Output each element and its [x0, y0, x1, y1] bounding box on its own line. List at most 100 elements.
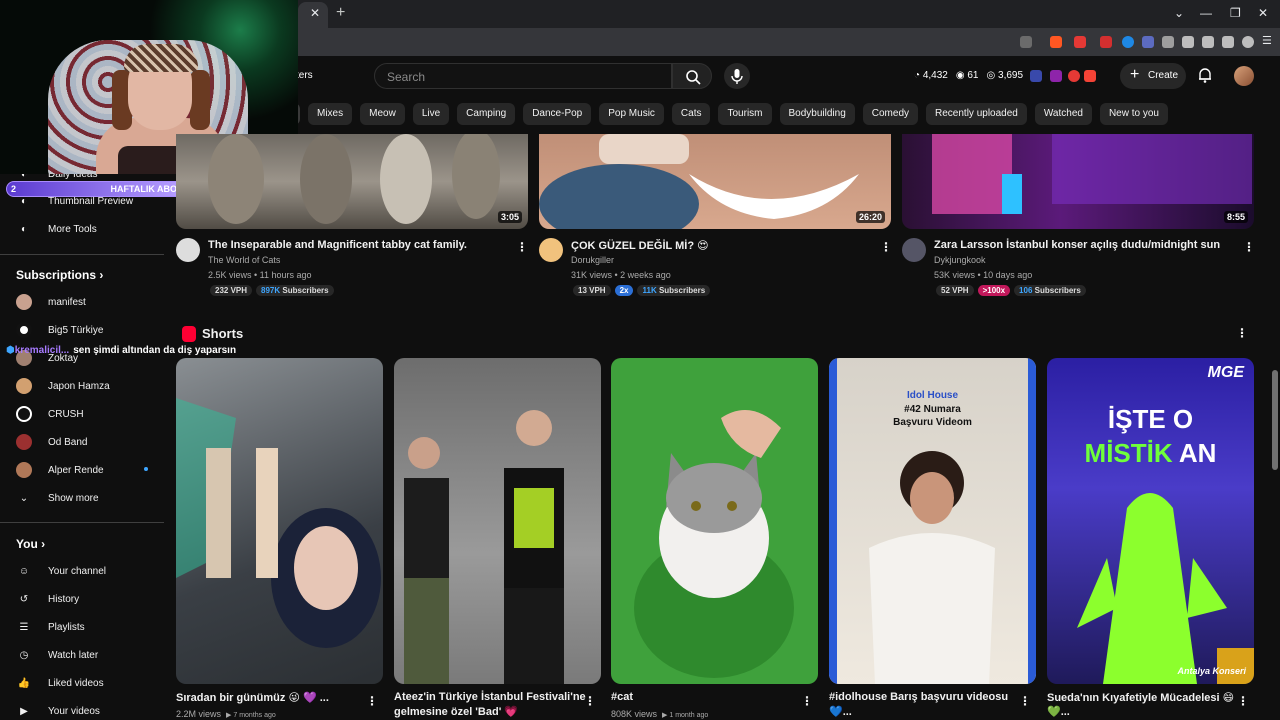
short-title-line2[interactable]: 💙...: [829, 705, 852, 718]
search-box[interactable]: Search: [374, 63, 672, 89]
shorts-more-options-icon[interactable]: ⋮: [1236, 326, 1248, 340]
sidebar-liked-videos[interactable]: 👍 Liked videos: [16, 673, 104, 693]
wallet-icon[interactable]: [1202, 36, 1214, 48]
sidebar-watch-later[interactable]: ◷ Watch later: [16, 645, 99, 665]
brave-shield-icon[interactable]: [1050, 36, 1062, 48]
sidebar-sub-big5[interactable]: Big5 Türkiye: [16, 320, 103, 340]
menu-icon[interactable]: ☰: [1262, 35, 1274, 47]
sidebar-show-more[interactable]: ⌄ Show more: [16, 488, 99, 508]
video-channel[interactable]: Dykjungkook: [934, 255, 986, 265]
extension-alert-icon[interactable]: [1074, 36, 1086, 48]
chip[interactable]: Comedy: [862, 103, 919, 125]
cast-icon[interactable]: [1020, 36, 1032, 48]
video-channel[interactable]: Dorukgiller: [571, 255, 614, 265]
header-extension-icon[interactable]: [1030, 70, 1042, 82]
tab-close-icon[interactable]: ✕: [310, 6, 320, 20]
search-input[interactable]: Search: [387, 70, 425, 84]
search-button[interactable]: [672, 63, 712, 89]
tab-search-icon[interactable]: ⌄: [1174, 6, 1184, 20]
sidebar-sub-alper-rende[interactable]: Alper Rende: [16, 460, 156, 480]
page-scrollbar[interactable]: [1272, 370, 1278, 470]
channel-avatar[interactable]: [539, 238, 563, 262]
short-title[interactable]: #idolhouse Barış başvuru videosu: [829, 691, 1008, 703]
chip[interactable]: Dance-Pop: [523, 103, 592, 125]
sidebar-sub-manifest[interactable]: manifest: [16, 292, 86, 312]
short-title[interactable]: Ateez'in Türkiye İstanbul Festivali'ne: [394, 691, 586, 703]
short-thumbnail[interactable]: Idol House #42 Numara Başvuru Videom: [829, 358, 1036, 684]
chip[interactable]: New to you: [1099, 103, 1168, 125]
chip[interactable]: Pop Music: [599, 103, 664, 125]
sidebar-sub-japon-hamza[interactable]: Japon Hamza: [16, 376, 110, 396]
more-options-icon[interactable]: ⋮: [516, 240, 528, 254]
sidebar-history[interactable]: ↺ History: [16, 589, 79, 609]
more-options-icon[interactable]: ⋮: [1019, 694, 1031, 708]
maximize-icon[interactable]: ❐: [1230, 6, 1241, 20]
vpn-icon[interactable]: [1242, 36, 1254, 48]
video-title[interactable]: Zara Larsson İstanbul konser açılış dudu…: [934, 239, 1220, 251]
chip[interactable]: Camping: [457, 103, 516, 125]
more-options-icon[interactable]: ⋮: [584, 694, 596, 708]
short-title[interactable]: Sueda'nın Kıyafetiyle Mücadelesi 😄: [1047, 691, 1234, 704]
chip[interactable]: Recently uploaded: [926, 103, 1027, 125]
you-header[interactable]: You ›: [16, 537, 45, 551]
extensions-puzzle-icon[interactable]: [1162, 36, 1174, 48]
channel-avatar: [16, 294, 32, 310]
extension-red-icon[interactable]: [1100, 36, 1112, 48]
likes-stat: ◔ 4,432: [914, 70, 948, 81]
sidebar-your-channel[interactable]: ☺ Your channel: [16, 561, 106, 581]
video-thumbnail[interactable]: 26:20: [539, 134, 891, 229]
more-options-icon[interactable]: ⋮: [880, 240, 892, 254]
account-avatar[interactable]: [1234, 66, 1254, 86]
short-title-line2[interactable]: 💚...: [1047, 705, 1070, 718]
minimize-icon[interactable]: —: [1200, 6, 1212, 20]
video-meta: 2.5K views • 11 hours ago: [208, 270, 312, 280]
video-title[interactable]: The Inseparable and Magnificent tabby ca…: [208, 239, 467, 251]
chip[interactable]: Mixes: [308, 103, 353, 125]
new-tab-icon[interactable]: +: [336, 4, 345, 22]
chip[interactable]: Cats: [671, 103, 711, 125]
sidebar-playlists[interactable]: ☰ Playlists: [16, 617, 85, 637]
chip[interactable]: Live: [412, 103, 450, 125]
short-title[interactable]: Sıradan bir günümüz 😜 💜 ...: [176, 691, 329, 704]
short-title[interactable]: #cat: [611, 691, 633, 703]
more-options-icon[interactable]: ⋮: [1237, 694, 1249, 708]
more-options-icon[interactable]: ⋮: [801, 694, 813, 708]
short-thumbnail[interactable]: [176, 358, 383, 684]
short-thumbnail[interactable]: MGE İŞTE O MİSTİK AN Antalya Konseri: [1047, 358, 1254, 684]
header-extension2-icon[interactable]: [1050, 70, 1062, 82]
stream-stats: ◔ 4,432 ◉ 61 ◎ 3,695: [914, 70, 1023, 81]
ai-icon[interactable]: [1222, 36, 1234, 48]
notifications-bell-icon[interactable]: [1196, 66, 1214, 84]
sidepanel-icon[interactable]: [1182, 36, 1194, 48]
short-overlay-text: MİSTİK AN: [1084, 438, 1217, 468]
create-button[interactable]: + Create: [1120, 63, 1186, 89]
extension-blue-icon[interactable]: [1122, 36, 1134, 48]
subscriptions-header[interactable]: Subscriptions ›: [16, 268, 103, 282]
sidebar-your-videos[interactable]: ▶ Your videos: [16, 701, 100, 720]
voice-search-button[interactable]: [724, 63, 750, 89]
short-thumbnail[interactable]: [611, 358, 818, 684]
chip[interactable]: Watched: [1034, 103, 1092, 125]
chip[interactable]: Bodybuilding: [779, 103, 855, 125]
header-extension3-icon[interactable]: [1068, 70, 1080, 82]
sidebar-sub-od-band[interactable]: Od Band: [16, 432, 87, 452]
video-thumbnail[interactable]: 8:55: [902, 134, 1254, 229]
short-title-line2[interactable]: gelmesine özel 'Bad' 💗: [394, 705, 518, 718]
chip[interactable]: Meow: [360, 103, 405, 125]
close-window-icon[interactable]: ✕: [1258, 6, 1268, 20]
chip[interactable]: Tourism: [718, 103, 772, 125]
video-channel[interactable]: The World of Cats: [208, 255, 280, 265]
channel-avatar[interactable]: [176, 238, 200, 262]
more-options-icon[interactable]: ⋮: [366, 694, 378, 708]
sidebar-sub-crush[interactable]: CRUSH: [16, 404, 84, 424]
video-thumbnail[interactable]: 3:05: [176, 134, 528, 229]
header-extension4-icon[interactable]: [1084, 70, 1096, 82]
filters-label[interactable]: ters: [296, 70, 313, 81]
video-title[interactable]: ÇOK GÜZEL DEĞİL Mİ? 😍: [571, 239, 709, 252]
more-options-icon[interactable]: ⋮: [1243, 240, 1255, 254]
person-bandana: [124, 44, 198, 72]
short-thumbnail[interactable]: [394, 358, 601, 684]
channel-avatar[interactable]: [902, 238, 926, 262]
sidebar-item-more-tools[interactable]: ◐ More Tools: [16, 219, 97, 239]
extension-wave-icon[interactable]: [1142, 36, 1154, 48]
